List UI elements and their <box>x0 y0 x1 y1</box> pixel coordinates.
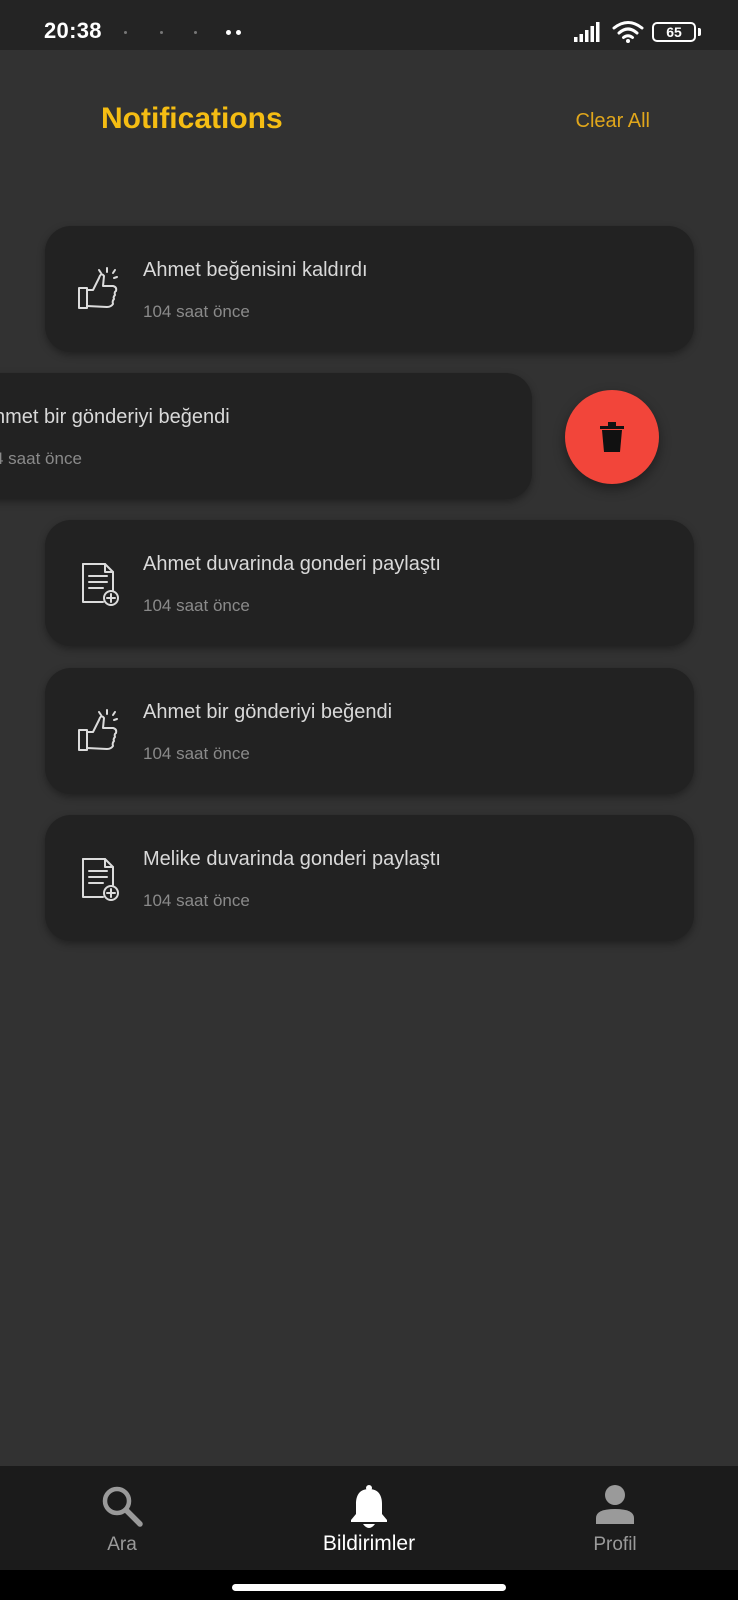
thumbs-up-icon <box>78 709 118 751</box>
notification-title: hmet bir gönderiyi beğendi <box>0 406 230 428</box>
notification-card-swiped[interactable]: hmet bir gönderiyi beğendi 4 saat önce <box>0 373 532 499</box>
status-time: 20:38 <box>44 18 102 43</box>
clear-all-button[interactable]: Clear All <box>576 110 650 133</box>
signal-icon <box>574 22 600 42</box>
notification-title: Ahmet beğenisini kaldırdı <box>143 259 368 281</box>
notification-card[interactable]: Ahmet bir gönderiyi beğendi 104 saat önc… <box>45 668 694 794</box>
bell-icon <box>351 1485 387 1528</box>
nav-item-profile[interactable]: Profil <box>540 1466 690 1570</box>
search-icon <box>102 1486 143 1527</box>
notification-time: 104 saat önce <box>143 596 250 615</box>
home-indicator[interactable] <box>232 1584 506 1591</box>
delete-notification-button[interactable] <box>565 390 659 484</box>
system-icons: 65 <box>538 18 738 44</box>
notification-dots <box>124 30 244 37</box>
notification-card[interactable]: Ahmet duvarinda gonderi paylaştı 104 saa… <box>45 520 694 646</box>
page-title: Notifications <box>101 102 283 135</box>
bottom-nav: Ara Bildirimler Profil <box>0 1466 738 1570</box>
nav-label-profile: Profil <box>593 1534 637 1555</box>
battery-icon: 65 <box>652 22 696 42</box>
notification-time: 104 saat önce <box>143 744 250 763</box>
document-add-icon <box>82 563 119 606</box>
nav-label-notifications: Bildirimler <box>322 1532 416 1555</box>
thumbs-up-icon <box>78 267 118 309</box>
gesture-bar <box>0 1570 738 1600</box>
notification-title: Ahmet duvarinda gonderi paylaştı <box>143 553 441 575</box>
notification-card[interactable]: Melike duvarinda gonderi paylaştı 104 sa… <box>45 815 694 941</box>
person-icon <box>596 1485 634 1524</box>
notification-card[interactable]: Ahmet beğenisini kaldırdı 104 saat önce <box>45 226 694 352</box>
nav-label-search: Ara <box>107 1534 137 1555</box>
battery-level: 65 <box>666 24 682 40</box>
document-add-icon <box>82 858 119 901</box>
notification-time: 4 saat önce <box>0 449 82 468</box>
battery-tip <box>698 28 701 36</box>
notification-time: 104 saat önce <box>143 302 250 321</box>
notification-title: Melike duvarinda gonderi paylaştı <box>143 848 441 870</box>
wifi-icon <box>612 21 644 43</box>
status-bar: 20:38 65 <box>0 0 738 50</box>
notifications-screen: 20:38 65 Notifications Clear All Ahmet b… <box>0 0 738 1600</box>
trash-icon <box>600 422 624 452</box>
notification-title: Ahmet bir gönderiyi beğendi <box>143 701 393 723</box>
notification-time: 104 saat önce <box>143 891 250 910</box>
nav-item-search[interactable]: Ara <box>47 1466 197 1570</box>
nav-item-notifications[interactable]: Bildirimler <box>294 1466 444 1570</box>
